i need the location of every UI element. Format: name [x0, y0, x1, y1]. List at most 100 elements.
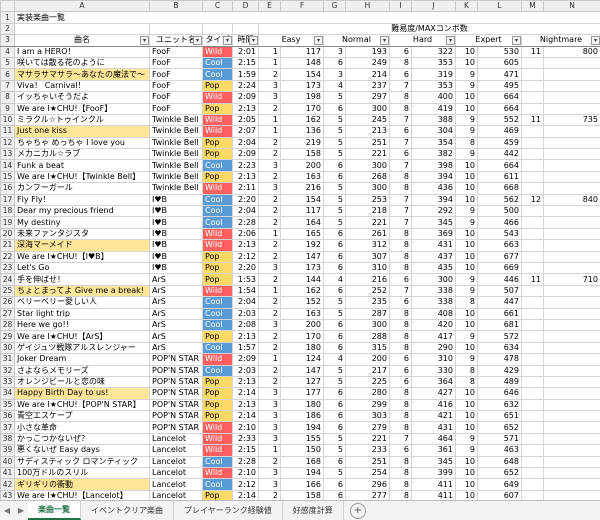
difficulty-level-cell[interactable]: 2	[258, 341, 281, 355]
difficulty-level-cell[interactable]: 6	[323, 250, 346, 264]
type-cell[interactable]: Pop	[202, 375, 233, 389]
type-cell[interactable]: Wild	[202, 91, 233, 104]
max-combo-cell[interactable]: 634	[477, 341, 522, 355]
unit-name-cell[interactable]: I♥B	[149, 250, 203, 264]
difficulty-level-cell[interactable]: 6	[323, 239, 346, 252]
max-combo-cell[interactable]: 300	[345, 318, 390, 332]
row-header[interactable]: 4	[0, 45, 15, 58]
max-combo-cell[interactable]	[543, 250, 600, 264]
time-cell[interactable]: 2:23	[232, 159, 259, 172]
time-cell[interactable]: 2:14	[232, 387, 259, 400]
max-combo-cell[interactable]: 193	[345, 45, 390, 58]
song-name-cell[interactable]: 悪くないぜ Easy days	[14, 444, 150, 457]
max-combo-cell[interactable]: 338	[411, 296, 456, 309]
max-combo-cell[interactable]: 661	[477, 307, 522, 320]
row-header[interactable]: 40	[0, 455, 15, 469]
type-cell[interactable]: Pop	[202, 261, 233, 275]
type-cell[interactable]: Pop	[202, 136, 233, 150]
time-cell[interactable]: 2:13	[232, 170, 259, 184]
unit-name-cell[interactable]: FooF	[149, 68, 203, 81]
difficulty-level-cell[interactable]	[521, 250, 544, 264]
column-header-b[interactable]: B	[149, 0, 203, 13]
time-cell[interactable]: 2:04	[232, 296, 259, 309]
type-cell[interactable]: Cool	[202, 56, 233, 70]
difficulty-level-cell[interactable]: 6	[323, 455, 346, 469]
difficulty-level-cell[interactable]	[521, 330, 544, 343]
difficulty-level-cell[interactable]	[521, 318, 544, 332]
max-combo-cell[interactable]: 471	[477, 68, 522, 81]
row-header[interactable]: 13	[0, 148, 15, 161]
max-combo-cell[interactable]: 170	[280, 102, 324, 115]
max-combo-cell[interactable]: 221	[345, 216, 390, 229]
song-name-cell[interactable]: Dear my precious friend	[14, 205, 150, 218]
max-combo-cell[interactable]: 296	[345, 478, 390, 491]
difficulty-level-cell[interactable]: 2	[258, 330, 281, 343]
spreadsheet-grid[interactable]: A B C D E F G H I J K L M N 1 実装楽曲一覧 2 難…	[0, 0, 600, 500]
difficulty-level-cell[interactable]: 8	[389, 239, 412, 252]
row-header[interactable]: 15	[0, 170, 15, 184]
row-header[interactable]: 9	[0, 102, 15, 115]
difficulty-level-cell[interactable]: 8	[389, 341, 412, 355]
difficulty-level-cell[interactable]: 6	[323, 170, 346, 184]
max-combo-cell[interactable]	[543, 56, 600, 70]
row-header[interactable]: 5	[0, 56, 15, 70]
max-combo-cell[interactable]: 155	[280, 432, 324, 446]
row-header[interactable]: 17	[0, 193, 15, 207]
song-name-cell[interactable]: Joker Dream	[14, 353, 150, 366]
difficulty-level-cell[interactable]: 8	[389, 318, 412, 332]
difficulty-level-cell[interactable]: 5	[323, 193, 346, 207]
difficulty-level-cell[interactable]: 5	[323, 125, 346, 138]
max-combo-cell[interactable]: 288	[345, 330, 390, 343]
difficulty-level-cell[interactable]: 6	[389, 45, 412, 58]
max-combo-cell[interactable]: 164	[280, 216, 324, 229]
song-name-cell[interactable]: 青空エスケープ	[14, 410, 150, 423]
row-header[interactable]: 41	[0, 466, 15, 480]
unit-name-cell[interactable]: Lancelot	[149, 489, 203, 500]
max-combo-cell[interactable]: 408	[411, 307, 456, 320]
column-header-l[interactable]: L	[477, 0, 522, 13]
difficulty-level-cell[interactable]	[521, 102, 544, 115]
row-header[interactable]: 21	[0, 239, 15, 252]
song-name-cell[interactable]: I am a HERO！	[14, 45, 150, 58]
column-header-j[interactable]: J	[411, 0, 456, 13]
difficulty-level-cell[interactable]: 6	[323, 102, 346, 115]
difficulty-level-cell[interactable]	[521, 296, 544, 309]
unit-name-cell[interactable]: Lancelot	[149, 444, 203, 457]
max-combo-cell[interactable]: 652	[477, 421, 522, 434]
max-combo-cell[interactable]: 469	[477, 125, 522, 138]
max-combo-cell[interactable]: 300	[411, 273, 456, 286]
time-cell[interactable]: 1:53	[232, 273, 259, 286]
max-combo-cell[interactable]: 225	[345, 375, 390, 389]
difficulty-level-cell[interactable]: 8	[389, 398, 412, 412]
difficulty-group-header[interactable]: 難易度/MAXコンボ数	[258, 22, 600, 36]
max-combo-cell[interactable]: 411	[411, 489, 456, 500]
filter-dropdown-icon[interactable]: ▾	[193, 36, 202, 46]
max-combo-cell[interactable]	[543, 410, 600, 423]
song-name-cell[interactable]: 咲いては散る花のように	[14, 56, 150, 70]
max-combo-cell[interactable]: 411	[411, 478, 456, 491]
column-header-k[interactable]: K	[455, 0, 478, 13]
difficulty-level-cell[interactable]	[521, 91, 544, 104]
difficulty-level-cell[interactable]: 10	[455, 455, 478, 469]
row-header[interactable]: 43	[0, 489, 15, 500]
max-combo-cell[interactable]: 322	[411, 45, 456, 58]
difficulty-level-cell[interactable]: 2	[258, 136, 281, 150]
max-combo-cell[interactable]	[543, 364, 600, 377]
difficulty-level-cell[interactable]: 11	[521, 273, 544, 286]
difficulty-level-cell[interactable]: 2	[258, 216, 281, 229]
unit-name-cell[interactable]: POP'N STAR	[149, 387, 203, 400]
filter-dropdown-icon[interactable]: ▾	[512, 36, 521, 46]
unit-name-cell[interactable]: I♥B	[149, 193, 203, 207]
max-combo-cell[interactable]: 158	[280, 489, 324, 500]
row-header[interactable]: 36	[0, 410, 15, 423]
song-name-cell[interactable]: We are I★CHU!【ArS】	[14, 330, 150, 343]
max-combo-cell[interactable]: 154	[280, 68, 324, 81]
max-combo-cell[interactable]	[543, 102, 600, 115]
difficulty-level-cell[interactable]: 6	[389, 444, 412, 457]
song-name-cell[interactable]: Viva！ Carnival！	[14, 79, 150, 93]
max-combo-cell[interactable]: 669	[477, 261, 522, 275]
unit-name-cell[interactable]: I♥B	[149, 239, 203, 252]
song-name-cell[interactable]: My destiny	[14, 216, 150, 229]
max-combo-cell[interactable]	[543, 79, 600, 93]
time-cell[interactable]: 1:59	[232, 68, 259, 81]
